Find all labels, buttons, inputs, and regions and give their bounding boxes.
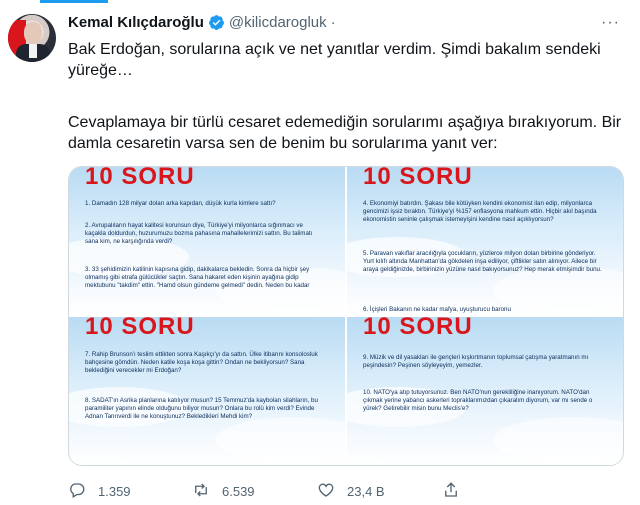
- question-text: 4. Ekonomiyi batırdın. Şakası bile kötüy…: [363, 200, 597, 223]
- heart-icon: [317, 481, 335, 502]
- tweet-media-grid[interactable]: 10 SORU 1. Damadın 128 milyar doları ark…: [68, 166, 624, 466]
- panel-title: 10 SORU: [363, 167, 473, 190]
- share-icon: [442, 481, 460, 502]
- reply-button[interactable]: 1.359: [68, 481, 131, 502]
- media-image-1[interactable]: 10 SORU 1. Damadın 128 milyar doları ark…: [69, 167, 345, 315]
- question-text: 8. SADAT'ın Asrika planlarına katılıyor …: [85, 397, 318, 420]
- media-image-4[interactable]: 10 SORU 9. Müzik ve dil yasakları ile ge…: [347, 317, 623, 465]
- like-count: 23,4 B: [347, 484, 385, 499]
- like-button[interactable]: 23,4 B: [317, 481, 385, 502]
- more-options-icon[interactable]: ···: [601, 14, 620, 32]
- retweet-count: 6.539: [222, 484, 255, 499]
- tweet-text-paragraph-1: Bak Erdoğan, sorularına açık ve net yanı…: [68, 41, 601, 79]
- question-text: 5. Paravan vakıflar aracılığıyla çocukla…: [363, 250, 602, 273]
- question-text: 6. İçişleri Bakanın ne kadar mafya, uyuş…: [363, 306, 511, 313]
- reply-count: 1.359: [98, 484, 131, 499]
- author-handle[interactable]: @kilicdarogluk: [229, 14, 327, 31]
- separator-dot: ·: [330, 14, 336, 31]
- tweet-header: Kemal Kılıçdaroğlu @kilicdarogluk ·: [68, 14, 336, 31]
- question-text: 9. Müzik ve dil yasakları ile gençleri k…: [363, 354, 589, 369]
- question-text: 3. 33 şehidimizin katilinin kapısına gid…: [85, 266, 310, 289]
- retweet-button[interactable]: 6.539: [192, 481, 255, 502]
- question-text: 7. Rahip Brunson'ı teslim ettikten sonra…: [85, 351, 318, 374]
- retweet-icon: [192, 481, 210, 502]
- author-name[interactable]: Kemal Kılıçdaroğlu: [68, 14, 204, 31]
- question-text: 2. Avrupalıların hayat kalitesi korunsun…: [85, 222, 313, 245]
- media-image-2[interactable]: 10 SORU 4. Ekonomiyi batırdın. Şakası bi…: [347, 167, 623, 315]
- share-button[interactable]: [442, 481, 460, 502]
- reply-icon: [68, 481, 86, 502]
- panel-title: 10 SORU: [85, 317, 195, 340]
- tweet-text-paragraph-2: Cevaplamaya bir türlü cesaret edemediğin…: [68, 114, 622, 152]
- avatar[interactable]: [8, 14, 56, 62]
- avatar-shirt: [29, 44, 37, 58]
- media-image-3[interactable]: 10 SORU 7. Rahip Brunson'ı teslim ettikt…: [69, 317, 345, 465]
- question-text: 10. NATO'ya atıp tutuyorsunuz. Ben NATO'…: [363, 389, 593, 412]
- avatar-face: [24, 22, 42, 44]
- question-text: 1. Damadın 128 milyar doları arka kapıda…: [85, 200, 276, 207]
- panel-title: 10 SORU: [85, 167, 195, 190]
- verified-badge-icon: [208, 14, 225, 31]
- panel-title: 10 SORU: [363, 317, 473, 340]
- top-accent-bar: [40, 0, 108, 3]
